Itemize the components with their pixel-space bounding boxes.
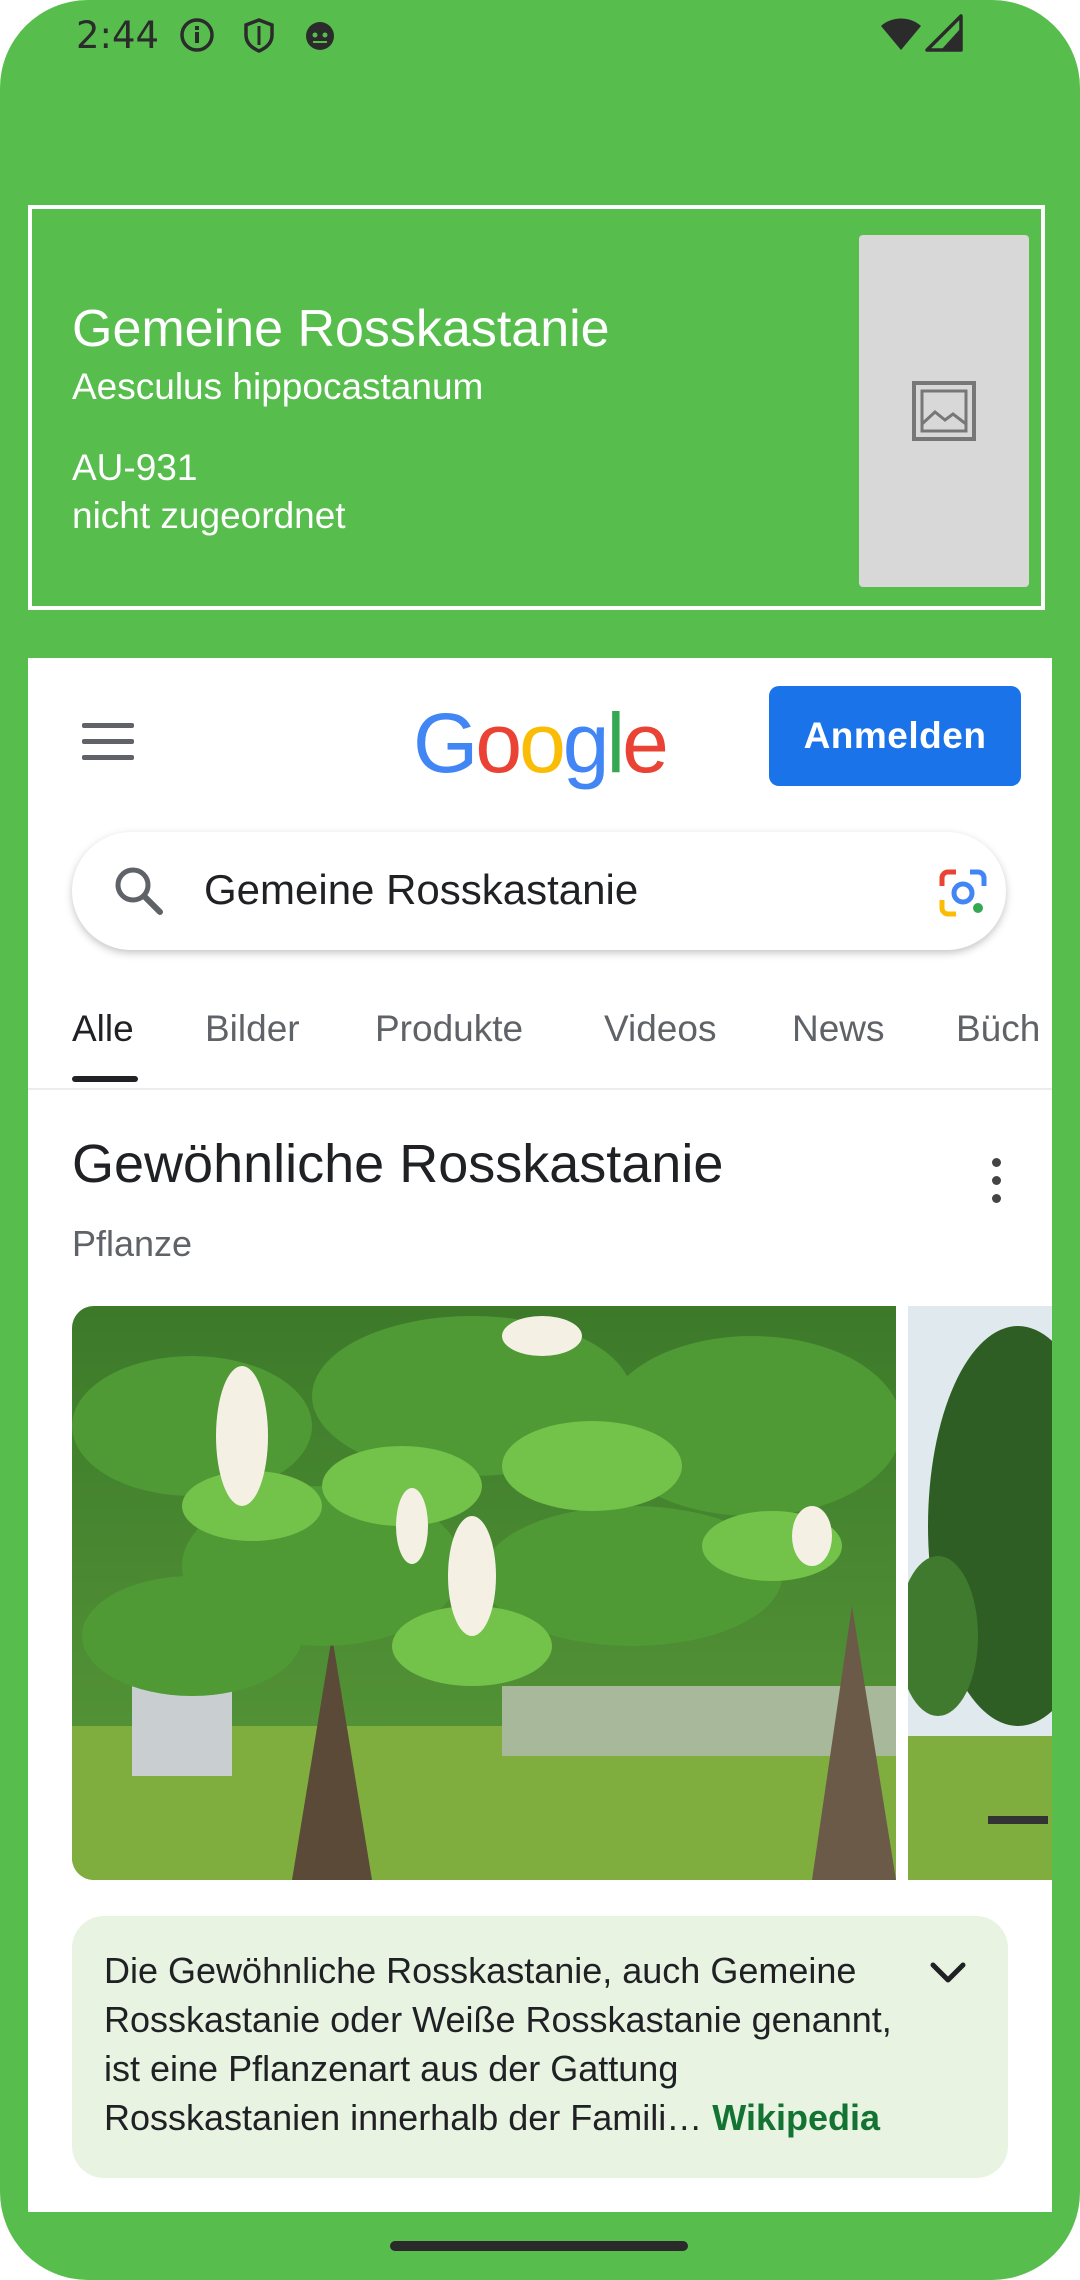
plant-image-main[interactable]: [72, 1306, 896, 1880]
google-search-page: Google Anmelden Gemeine Rosskastanie All…: [28, 658, 1052, 2212]
tab-bilder[interactable]: Bilder: [205, 1008, 300, 1050]
knowledge-panel-title: Gewöhnliche Rosskastanie: [72, 1134, 724, 1194]
sign-in-button[interactable]: Anmelden: [769, 686, 1021, 786]
search-query[interactable]: Gemeine Rosskastanie: [204, 866, 638, 914]
search-icon: [115, 867, 163, 915]
active-tab-indicator: [72, 1076, 138, 1082]
wikipedia-link[interactable]: Wikipedia: [712, 2097, 880, 2138]
plant-image-secondary[interactable]: [908, 1306, 1052, 1880]
description-box[interactable]: Die Gewöhnliche Rosskastanie, auch Gemei…: [72, 1916, 1008, 2178]
google-logo[interactable]: Google: [413, 696, 673, 796]
status-bar: 2:44: [0, 0, 1080, 70]
android-icon: [306, 22, 334, 50]
wifi-icon: [881, 18, 921, 50]
image-placeholder-icon: [912, 381, 976, 441]
info-icon: [180, 18, 214, 52]
plant-id: AU-931: [72, 447, 198, 488]
tab-buecher[interactable]: Büch: [956, 1008, 1040, 1050]
signal-icon: [925, 14, 963, 52]
shield-icon: [244, 18, 274, 53]
tab-videos[interactable]: Videos: [604, 1008, 716, 1050]
tab-produkte[interactable]: Produkte: [375, 1008, 523, 1050]
navigation-handle[interactable]: [390, 2241, 688, 2251]
plant-thumbnail[interactable]: [859, 235, 1029, 587]
more-options-icon[interactable]: [986, 1158, 1006, 1208]
plant-common-name: Gemeine Rosskastanie: [72, 300, 610, 358]
google-lens-icon[interactable]: [936, 866, 990, 920]
knowledge-panel-subtitle: Pflanze: [72, 1223, 193, 1264]
search-bar[interactable]: Gemeine Rosskastanie: [72, 832, 1006, 950]
plant-card[interactable]: Gemeine Rosskastanie Aesculus hippocasta…: [28, 205, 1045, 610]
menu-icon[interactable]: [82, 723, 136, 763]
plant-assignment-status: nicht zugeordnet: [72, 495, 346, 536]
tab-alle[interactable]: Alle: [72, 1008, 134, 1050]
screen: 2:44 Gemeine Rosskastanie Aesculus hippo…: [0, 0, 1080, 2280]
plant-latin-name: Aesculus hippocastanum: [72, 366, 484, 407]
chevron-down-icon[interactable]: [928, 1960, 968, 1986]
status-time: 2:44: [76, 14, 160, 57]
description-text: Die Gewöhnliche Rosskastanie, auch Gemei…: [104, 1946, 898, 2142]
svg-text:Google: Google: [413, 696, 666, 790]
search-tabs: Alle Bilder Produkte Videos News Büch: [28, 988, 1052, 1090]
tab-news[interactable]: News: [792, 1008, 885, 1050]
